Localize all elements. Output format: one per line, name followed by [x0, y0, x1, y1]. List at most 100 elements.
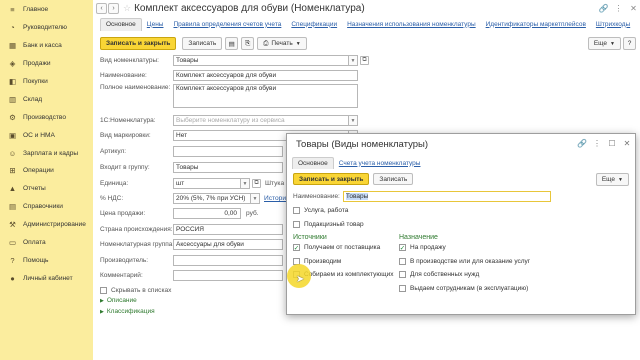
comment-field[interactable]	[173, 270, 283, 281]
name-field[interactable]: Комплект аксессуаров для обуви	[173, 70, 358, 81]
page-title: Комплект аксессуаров для обуви (Номенкла…	[134, 3, 365, 14]
link-icon[interactable]: 🔗	[577, 139, 587, 148]
tab-5[interactable]: Идентификаторы маркетплейсов	[481, 18, 591, 31]
full-name-field[interactable]: Комплект аксессуаров для обуви	[173, 84, 358, 108]
sales-icon: ◈	[9, 59, 16, 69]
sidebar-item-label: Банк и касса	[23, 42, 62, 50]
section-description[interactable]: ▶ Описание	[100, 297, 137, 304]
chevron-down-icon[interactable]: ▼	[349, 115, 358, 126]
payment-icon: ▭	[8, 238, 17, 248]
vid-field[interactable]: Товары	[173, 55, 349, 66]
purpose-heading: Назначение	[399, 234, 438, 241]
nomgroup-field[interactable]: Аксессуары для обуви	[173, 239, 283, 250]
tab-bar: Основное Цены Правила определения счетов у…	[100, 17, 635, 31]
chevron-down-icon: ▼	[618, 176, 623, 183]
p-sale-checkbox[interactable]: ✓	[399, 244, 406, 252]
src-produce-label: Производим	[304, 258, 342, 265]
help-icon: ?	[10, 255, 15, 265]
dialog-name-field[interactable]: Товары	[342, 191, 551, 202]
sidebar-item[interactable]: ⊞ Операции	[0, 162, 93, 180]
save-button[interactable]: Записать	[182, 37, 223, 50]
expand-arrow-icon: ▶	[100, 297, 104, 304]
marking-label: Вид маркировки:	[100, 132, 151, 139]
sidebar-item[interactable]: ◔ Руководителю	[0, 19, 93, 37]
group-field[interactable]: Товары	[173, 162, 283, 173]
vat-field[interactable]: 20% (5%, 7% при УСН)	[173, 193, 251, 204]
n1c-field[interactable]: Выберите номенклатуру из сервиса	[173, 115, 349, 126]
chevron-down-icon[interactable]: ▼	[241, 178, 250, 189]
sidebar-item[interactable]: ◈ Продажи	[0, 55, 93, 73]
full-name-label: Полное наименование:	[100, 84, 171, 91]
sidebar-item[interactable]: ▤ Справочники	[0, 198, 93, 216]
open-link-icon[interactable]: ⧉	[252, 179, 261, 188]
sidebar-item[interactable]: ▲ Отчеты	[0, 180, 93, 198]
src-supplier-checkbox[interactable]: ✓	[293, 244, 300, 252]
dialog-tab-accounts[interactable]: Счета учета номенклатуры	[334, 157, 426, 169]
p-own-label: Для собственных нужд	[410, 271, 480, 278]
dialog-tab-main[interactable]: Основное	[292, 157, 334, 169]
country-field[interactable]: РОССИЯ	[173, 224, 283, 235]
more-button[interactable]: Еще ▼	[587, 37, 621, 50]
tab-1[interactable]: Цены	[142, 18, 169, 31]
sidebar-item-label: Личный кабинет	[23, 274, 73, 282]
maximize-icon[interactable]: ☐	[607, 139, 617, 148]
attach-icon[interactable]: ⎘	[241, 37, 255, 50]
sidebar-item[interactable]: ⚙ Производство	[0, 108, 93, 126]
chevron-down-icon[interactable]: ▼	[251, 193, 260, 204]
hide-in-lists-row[interactable]: Скрывать в списках	[100, 285, 171, 296]
unit-extra: Штука	[265, 180, 285, 187]
article-field[interactable]	[173, 146, 283, 157]
more-vert-icon[interactable]: ⋮	[592, 139, 602, 148]
forward-icon[interactable]: ›	[108, 3, 119, 14]
excise-checkbox[interactable]	[293, 221, 300, 228]
excise-label: Подакцизный товар	[304, 221, 364, 228]
sidebar-item[interactable]: ▭ Оплата	[0, 234, 93, 252]
document-icon[interactable]: ▤	[225, 37, 239, 50]
more-vert-icon[interactable]: ⋮	[612, 2, 625, 15]
vat-label: % НДС:	[100, 195, 124, 202]
tab-4[interactable]: Назначения использования номенклатуры	[342, 18, 481, 31]
n1c-label: 1С:Номенклатура:	[100, 117, 156, 124]
row-vid: Вид номенклатуры: Товары ▼ ⧉	[100, 55, 369, 66]
favorite-star-icon[interactable]: ☆	[123, 3, 131, 14]
sidebar-item[interactable]: ▥ Склад	[0, 90, 93, 108]
open-link-icon[interactable]: ⧉	[360, 56, 369, 65]
dialog-save-close-button[interactable]: Записать и закрыть	[293, 173, 370, 185]
tab-2[interactable]: Правила определения счетов учета	[168, 18, 286, 31]
dialog-save-button[interactable]: Записать	[373, 173, 414, 185]
comment-label: Комментарий:	[100, 272, 143, 279]
sidebar-item[interactable]: ⚒ Администрирование	[0, 216, 93, 234]
chevron-down-icon: ▼	[610, 40, 615, 47]
producer-field[interactable]	[173, 255, 283, 266]
unit-field[interactable]: шт	[173, 178, 241, 189]
p-production-checkbox[interactable]	[399, 258, 406, 265]
sidebar-item[interactable]: ◧ Покупки	[0, 73, 93, 91]
back-icon[interactable]: ‹	[96, 3, 107, 14]
sidebar-item[interactable]: ? Помощь	[0, 251, 93, 269]
link-icon[interactable]: 🔗	[597, 2, 610, 15]
sidebar: ≡ Главное ◔ Руководителю ▦ Банк и касса ◈ Прода…	[0, 0, 93, 360]
chevron-down-icon[interactable]: ▼	[349, 55, 358, 66]
dialog-more-button[interactable]: Еще ▼	[595, 173, 629, 186]
tab-3[interactable]: Спецификации	[286, 18, 342, 31]
price-field[interactable]: 0,00	[173, 208, 241, 219]
sidebar-item[interactable]: ● Личный кабинет	[0, 269, 93, 287]
print-button[interactable]: ⎙ Печать ▼	[257, 37, 307, 50]
tab-0[interactable]: Основное	[100, 17, 142, 31]
price-unit: руб.	[246, 210, 259, 217]
section-classification[interactable]: ▶ Классификация	[100, 308, 155, 315]
tab-6[interactable]: Штрихкоды	[591, 18, 635, 31]
close-icon[interactable]: ✕	[622, 139, 632, 148]
sidebar-item[interactable]: ▣ ОС и НМА	[0, 126, 93, 144]
services-checkbox[interactable]	[293, 207, 300, 214]
p-staff-checkbox[interactable]	[399, 285, 406, 292]
help-icon[interactable]: ?	[623, 37, 636, 50]
close-icon[interactable]: ✕	[627, 2, 640, 15]
p-own-checkbox[interactable]	[399, 271, 406, 278]
sidebar-item-label: Продажи	[23, 60, 51, 68]
sidebar-item[interactable]: ≡ Главное	[0, 1, 93, 19]
hide-checkbox[interactable]	[100, 287, 107, 294]
save-close-button[interactable]: Записать и закрыть	[100, 37, 177, 50]
sidebar-item[interactable]: ☺ Зарплата и кадры	[0, 144, 93, 162]
sidebar-item[interactable]: ▦ Банк и касса	[0, 37, 93, 55]
